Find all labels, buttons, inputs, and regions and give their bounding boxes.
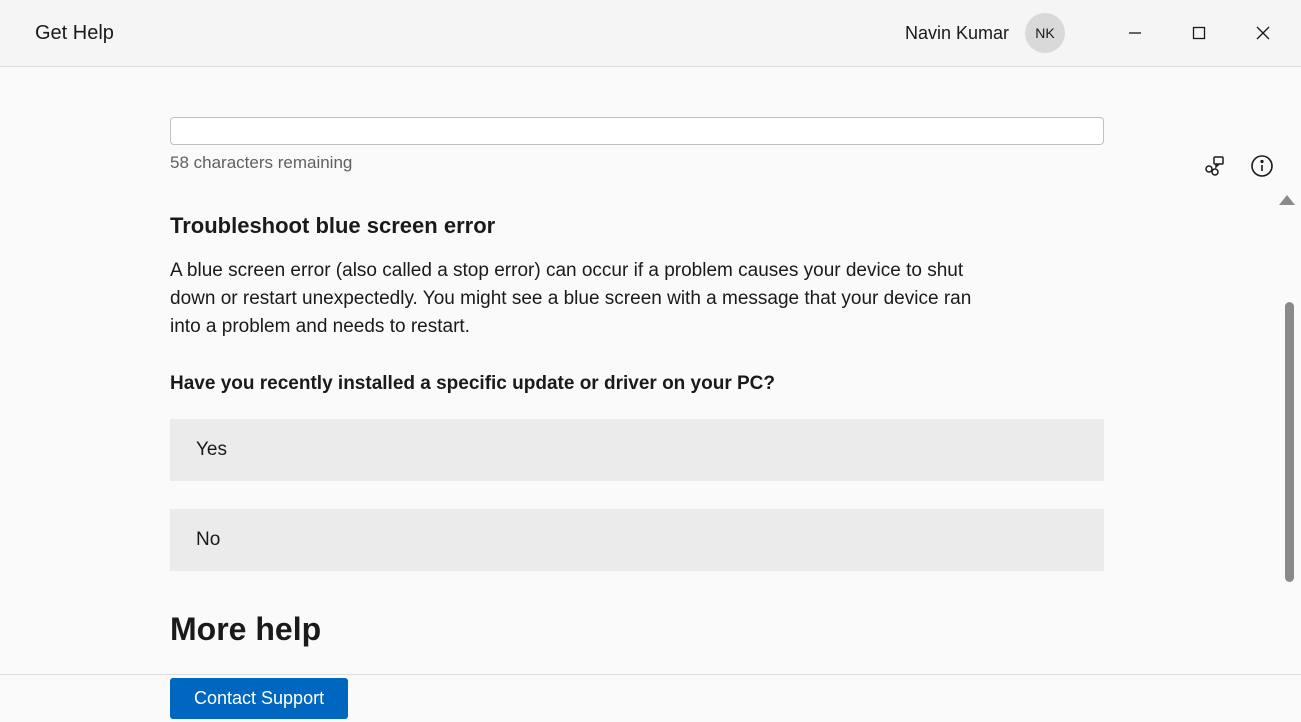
option-yes-button[interactable]: Yes — [170, 419, 1104, 481]
scroll-up-arrow-icon[interactable] — [1279, 195, 1295, 205]
user-name: Navin Kumar — [905, 23, 1009, 44]
prompt-question: Have you recently installed a specific u… — [170, 373, 1104, 395]
chars-remaining-label: 58 characters remaining — [170, 153, 1104, 173]
option-no-button[interactable]: No — [170, 509, 1104, 571]
content-wrapper: 58 characters remaining Troubleshoot blu… — [0, 67, 1301, 722]
toolbar — [1200, 152, 1276, 180]
search-input[interactable] — [170, 117, 1104, 145]
app-title: Get Help — [35, 22, 114, 45]
close-button[interactable] — [1245, 15, 1281, 51]
window-controls — [1117, 15, 1281, 51]
scroll-thumb[interactable] — [1285, 302, 1294, 582]
main-content: 58 characters remaining Troubleshoot blu… — [170, 67, 1104, 648]
maximize-button[interactable] — [1181, 15, 1217, 51]
article-description: A blue screen error (also called a stop … — [170, 257, 1000, 341]
titlebar: Get Help Navin Kumar NK — [0, 0, 1301, 67]
article-title: Troubleshoot blue screen error — [170, 213, 1104, 239]
feedback-icon[interactable] — [1200, 152, 1228, 180]
footer: Contact Support — [0, 674, 1301, 722]
contact-support-button[interactable]: Contact Support — [170, 678, 348, 719]
avatar[interactable]: NK — [1025, 13, 1065, 53]
scrollbar[interactable] — [1287, 197, 1299, 722]
more-help-heading: More help — [170, 611, 1104, 648]
minimize-button[interactable] — [1117, 15, 1153, 51]
titlebar-right: Navin Kumar NK — [905, 13, 1281, 53]
info-icon[interactable] — [1248, 152, 1276, 180]
